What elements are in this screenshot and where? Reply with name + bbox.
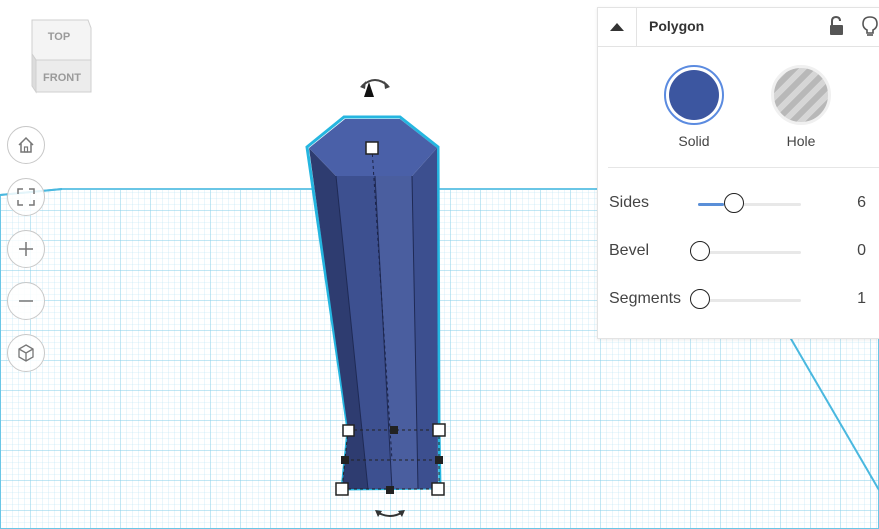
inspector-header: Polygon	[598, 8, 879, 47]
slider-knob[interactable]	[690, 289, 710, 309]
height-handle[interactable]	[365, 141, 379, 155]
edge-handle-left[interactable]	[341, 456, 349, 464]
segments-slider[interactable]	[690, 289, 801, 309]
sides-slider[interactable]	[698, 193, 801, 213]
unlock-icon[interactable]	[828, 15, 846, 37]
view-cube-front-label[interactable]: FRONT	[43, 72, 81, 84]
edge-handle-right[interactable]	[435, 456, 443, 464]
hole-swatch[interactable]	[771, 65, 831, 125]
zoom-out-button[interactable]	[7, 282, 45, 320]
bevel-value[interactable]: 0	[857, 242, 866, 260]
corner-handle-front-right[interactable]	[431, 482, 445, 496]
zoom-in-button[interactable]	[7, 230, 45, 268]
divider	[608, 167, 879, 168]
shape-inspector-panel: Polygon Solid Hole Sides 6 Bevel 0 Segme…	[597, 7, 879, 339]
chevron-up-icon	[610, 23, 624, 31]
param-label: Segments	[609, 290, 682, 307]
corner-handle-back-left[interactable]	[342, 424, 355, 437]
sides-value[interactable]: 6	[857, 194, 866, 212]
rotate-handle-top[interactable]	[360, 79, 390, 97]
solid-color-swatch[interactable]	[664, 65, 724, 125]
param-row-segments: Segments 1	[598, 286, 879, 316]
param-label: Sides	[609, 194, 650, 211]
home-view-button[interactable]	[7, 126, 45, 164]
view-cube[interactable]: TOP FRONT	[28, 18, 94, 96]
slider-fill	[698, 203, 724, 206]
slider-knob[interactable]	[690, 241, 710, 261]
param-label: Bevel	[609, 242, 650, 259]
segments-value[interactable]: 1	[857, 290, 866, 308]
minus-icon	[19, 300, 33, 302]
bevel-slider[interactable]	[690, 241, 801, 261]
fit-view-icon	[17, 188, 35, 206]
solid-label[interactable]: Solid	[654, 133, 734, 149]
edge-handle-back[interactable]	[390, 426, 398, 434]
param-row-bevel: Bevel 0	[598, 238, 879, 268]
corner-handle-front-left[interactable]	[335, 482, 349, 496]
view-cube-top-label[interactable]: TOP	[48, 31, 70, 43]
inspector-title: Polygon	[649, 18, 705, 34]
collapse-panel-button[interactable]	[598, 8, 637, 46]
hole-label[interactable]: Hole	[761, 133, 841, 149]
param-row-sides: Sides 6	[598, 190, 879, 220]
corner-handle-back-right[interactable]	[432, 423, 446, 437]
lightbulb-icon[interactable]	[861, 15, 879, 37]
cube-icon	[18, 344, 34, 362]
slider-knob[interactable]	[724, 193, 744, 213]
plus-icon	[19, 242, 33, 256]
solid-color-fill	[669, 70, 719, 120]
fit-all-button[interactable]	[7, 178, 45, 216]
ortho-view-button[interactable]	[7, 334, 45, 372]
edge-handle-front[interactable]	[386, 486, 394, 494]
home-icon	[18, 136, 34, 153]
